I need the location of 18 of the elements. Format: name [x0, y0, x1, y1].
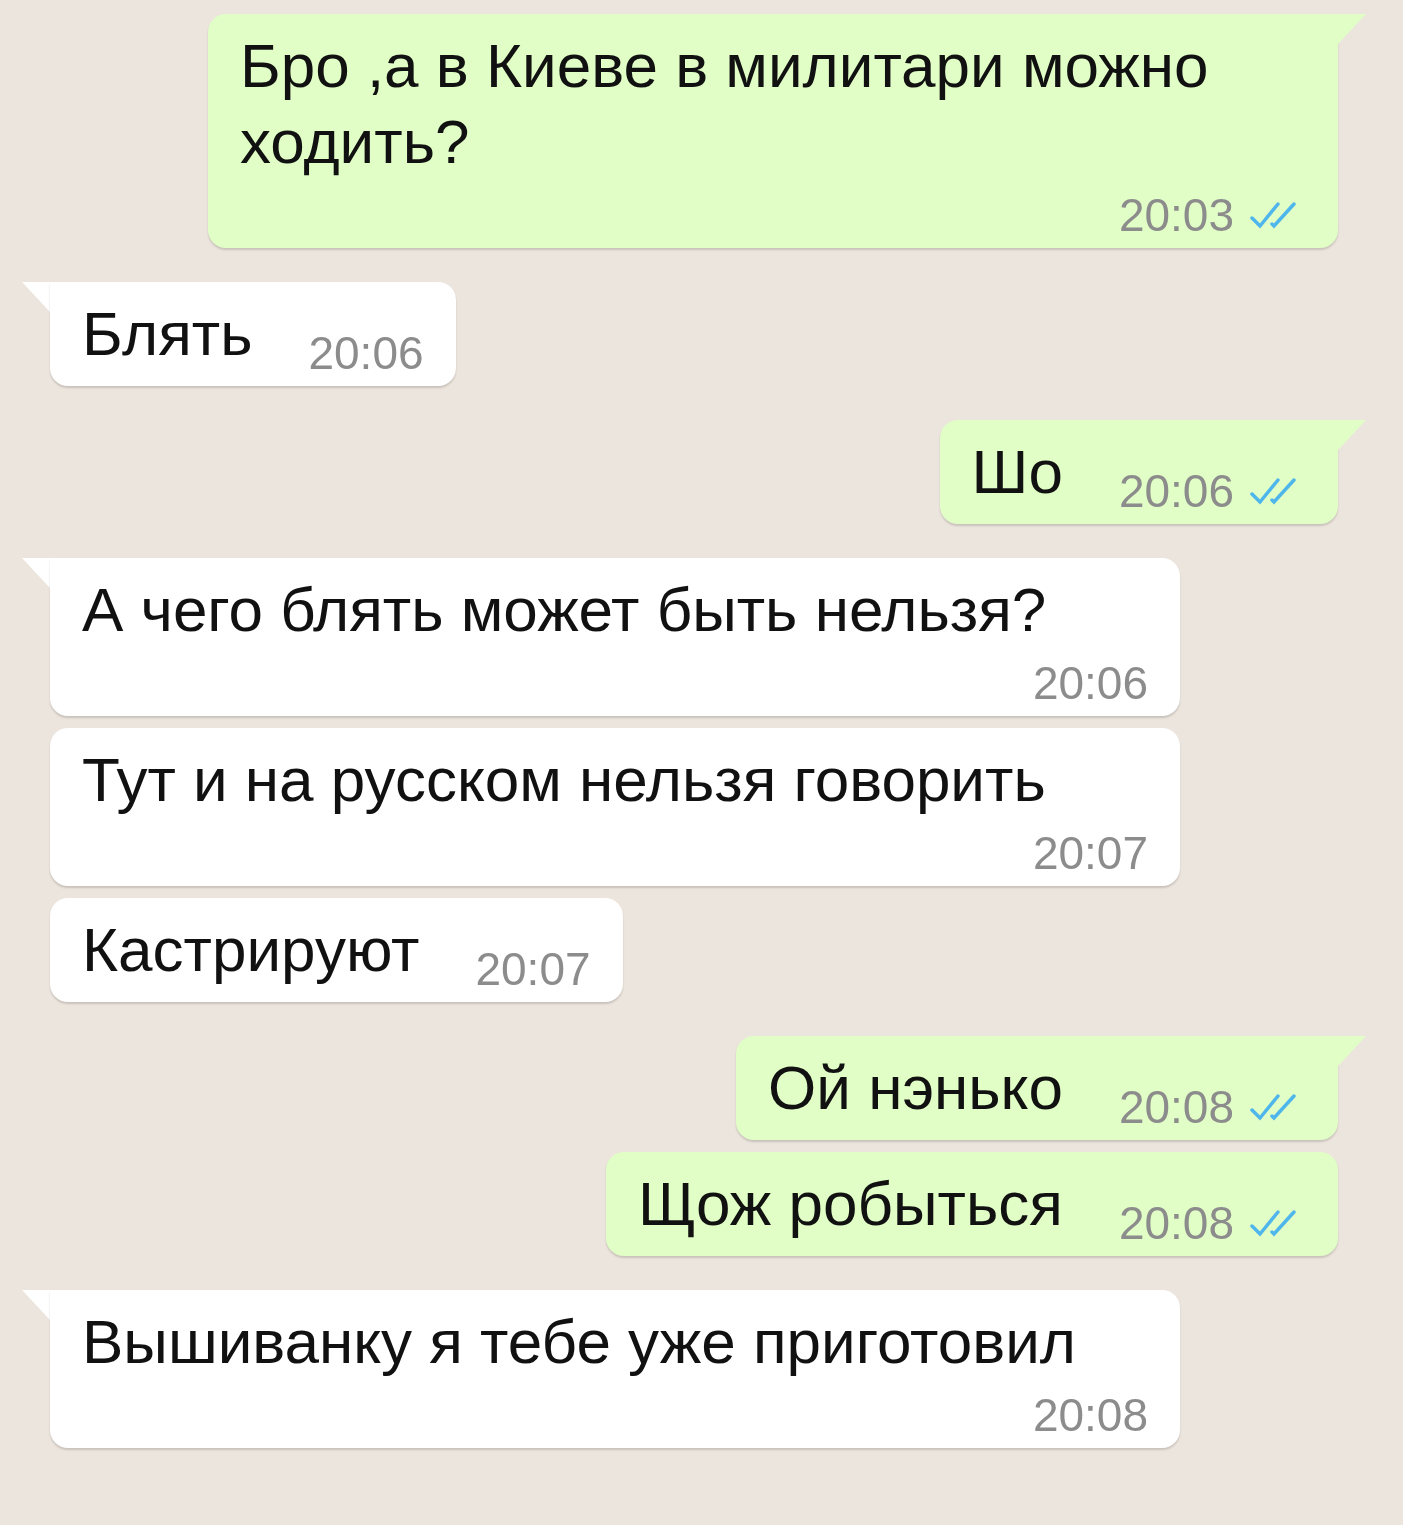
message-time: 20:08 — [1118, 1196, 1234, 1250]
message-text: Шо — [971, 436, 1063, 508]
message-time: 20:06 — [1118, 464, 1234, 518]
message-time: 20:03 — [1118, 188, 1234, 242]
message-time: 20:06 — [308, 326, 424, 380]
message-text: А чего блять может быть нельзя? — [82, 574, 1047, 646]
message-text: Бро ,а в Киеве в милитари можно ходить? — [240, 30, 1210, 178]
message-time: 20:08 — [1032, 1388, 1148, 1442]
message-text: Тут и на русском нельзя говорить — [82, 744, 1046, 816]
message-time: 20:06 — [1032, 656, 1148, 710]
message-text: Ой нэнько — [768, 1052, 1063, 1124]
message-text: Щож робыться — [637, 1168, 1063, 1240]
message-text: Кастрируют — [82, 914, 420, 986]
message-text: Блять — [82, 298, 253, 370]
message-text: Вышиванку я тебе уже приготовил — [82, 1306, 1076, 1378]
message-time: 20:08 — [1118, 1080, 1234, 1134]
message-time: 20:07 — [475, 942, 591, 996]
message-time: 20:07 — [1032, 826, 1148, 880]
